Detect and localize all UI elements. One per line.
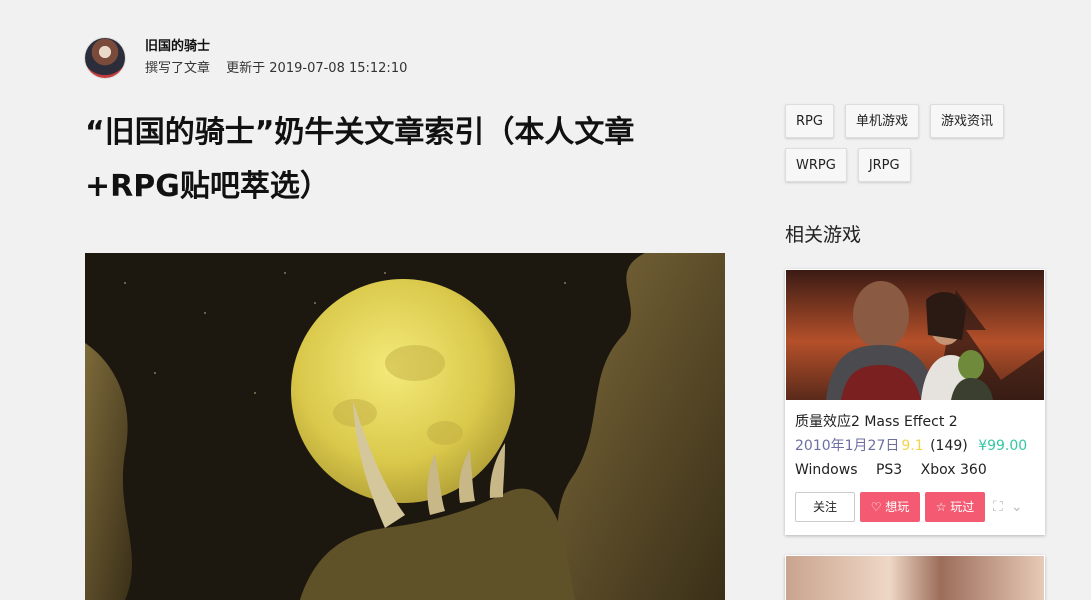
played-button[interactable]: ☆ 玩过 xyxy=(925,492,985,522)
author-avatar[interactable] xyxy=(85,38,125,78)
author-name[interactable]: 旧国的骑士 xyxy=(145,36,407,58)
game-card-next[interactable] xyxy=(785,555,1045,600)
game-cover-image[interactable] xyxy=(786,270,1044,400)
platform-ps3: PS3 xyxy=(875,462,903,478)
rating-count: (149) xyxy=(930,438,968,454)
platform-windows: Windows xyxy=(795,462,858,478)
heart-icon: ♡ xyxy=(870,500,882,514)
tag-jrpg[interactable]: JRPG xyxy=(857,148,911,182)
tag-rpg[interactable]: RPG xyxy=(785,104,834,138)
game-card[interactable]: 质量效应2 Mass Effect 2 2010年1月27日 9.1 (149) … xyxy=(785,269,1045,535)
author-action: 撰写了文章 xyxy=(145,61,211,76)
tag-game-news[interactable]: 游戏资讯 xyxy=(929,104,1004,138)
game-price: ¥99.00 xyxy=(978,438,1028,454)
chevron-down-icon[interactable]: ⌄ xyxy=(1011,499,1023,515)
article-page: 旧国的骑士 撰写了文章 更新于 2019-07-08 15:12:10 “旧国的… xyxy=(0,0,1091,600)
played-label: 玩过 xyxy=(950,500,975,514)
game-card-body: 质量效应2 Mass Effect 2 2010年1月27日 9.1 (149) … xyxy=(785,400,1045,522)
game-actions: 关注 ♡ 想玩 ☆ 玩过 ⛶ ⌄ xyxy=(795,492,1035,522)
game-title[interactable]: 质量效应2 Mass Effect 2 xyxy=(795,410,1035,434)
want-label: 想玩 xyxy=(885,500,910,514)
bookmark-icon[interactable]: ⛶ xyxy=(993,499,1003,515)
game-score: 9.1 xyxy=(901,438,924,454)
release-date: 2010年1月27日 xyxy=(795,438,900,454)
article-title: “旧国的骑士”奶牛关文章索引（本人文章+RPG贴吧萃选） xyxy=(85,115,635,204)
author-meta: 旧国的骑士 撰写了文章 更新于 2019-07-08 15:12:10 xyxy=(145,36,407,80)
game-info-row: 2010年1月27日 9.1 (149) ¥99.00 xyxy=(795,434,1035,458)
tag-wrpg[interactable]: WRPG xyxy=(785,148,847,182)
author-header: 旧国的骑士 撰写了文章 更新于 2019-07-08 15:12:10 xyxy=(85,36,407,80)
updated-time: 更新于 2019-07-08 15:12:10 xyxy=(226,61,408,76)
want-to-play-button[interactable]: ♡ 想玩 xyxy=(860,492,920,522)
author-subline: 撰写了文章 更新于 2019-07-08 15:12:10 xyxy=(145,58,407,80)
more-actions: ⛶ ⌄ xyxy=(993,499,1023,515)
platform-xbox360: Xbox 360 xyxy=(920,462,987,478)
tag-single-player[interactable]: 单机游戏 xyxy=(844,104,919,138)
tag-list: RPG 单机游戏 游戏资讯 WRPG JRPG xyxy=(785,104,1045,182)
article-hero-image xyxy=(85,253,725,600)
platform-list: Windows PS3 Xbox 360 xyxy=(795,458,1035,482)
related-games-heading: 相关游戏 xyxy=(785,224,862,246)
follow-button[interactable]: 关注 xyxy=(795,492,855,522)
star-icon: ☆ xyxy=(935,500,947,514)
game-cover-image-next[interactable] xyxy=(786,556,1044,600)
